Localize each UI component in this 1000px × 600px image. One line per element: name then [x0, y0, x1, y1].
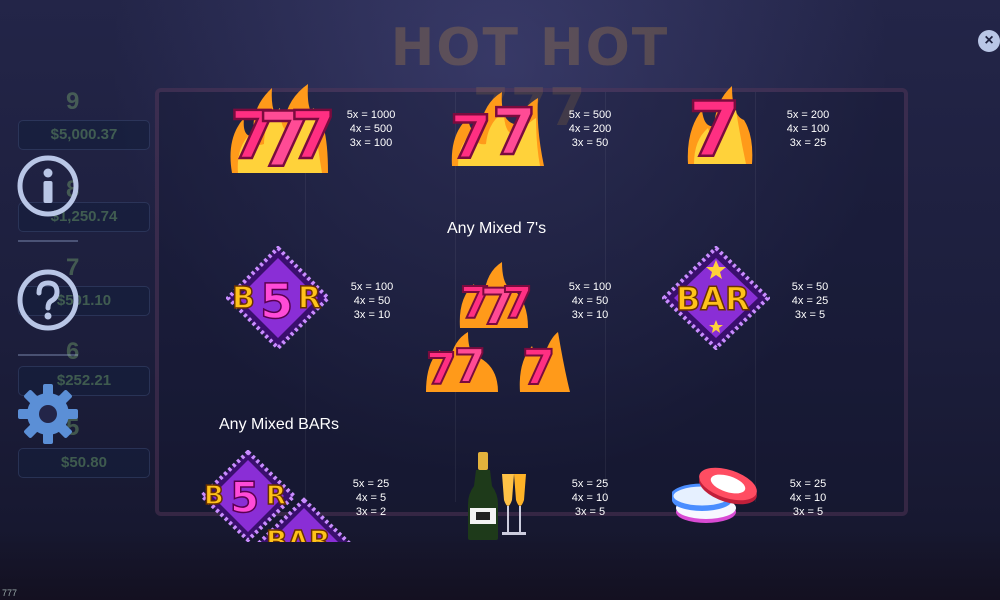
settings-button[interactable]: [16, 382, 80, 446]
paytable-values: 5x = 25 4x = 10 3x = 5: [789, 478, 827, 518]
mixed-sevens-label: Any Mixed 7's: [447, 220, 547, 237]
svg-text:7: 7: [450, 103, 492, 168]
svg-text:R: R: [298, 281, 321, 316]
bar-icon: BAR: [661, 245, 771, 351]
info-button[interactable]: [16, 154, 80, 218]
help-button[interactable]: [16, 268, 80, 332]
single-seven-symbol: 7: [682, 80, 758, 175]
triple-seven-icon: 7 7 7: [229, 84, 337, 185]
b5r-bar-symbol: B 5 R: [225, 245, 331, 355]
jackpot-amount: $50.80: [18, 448, 150, 478]
controls-divider: [18, 240, 78, 242]
svg-text:7: 7: [522, 340, 555, 394]
game-logo-background: HOT HOT 777: [390, 18, 670, 138]
mixed-sevens-symbol: 7 7 7 7 7 7: [424, 258, 574, 399]
svg-text:7: 7: [290, 97, 336, 174]
close-button[interactable]: ×: [978, 30, 1000, 52]
paytable-values: 5x = 100 4x = 50 3x = 10: [350, 281, 394, 321]
triple-seven-symbol: 7 7 7: [224, 78, 337, 185]
svg-text:7: 7: [502, 278, 533, 329]
jackpot-rank: 9: [66, 88, 80, 115]
jackpot-amount: $5,000.37: [18, 120, 150, 150]
controls-divider: [18, 354, 78, 356]
mixed-sevens-icon: 7 7 7 7 7 7: [425, 262, 570, 397]
double-seven-symbol: 7 7: [446, 84, 550, 174]
svg-text:7: 7: [454, 339, 486, 393]
info-icon: [17, 155, 79, 217]
paytable-values: 5x = 200 4x = 100 3x = 25: [786, 109, 830, 149]
champagne-icon: [468, 452, 526, 540]
paytable-values: 5x = 25 4x = 10 3x = 5: [571, 478, 609, 518]
double-seven-icon: 7 7: [449, 92, 544, 174]
svg-text:7: 7: [688, 85, 741, 166]
chips-icon: [670, 467, 757, 523]
svg-text:R: R: [266, 481, 286, 511]
champagne-symbol: [466, 450, 530, 547]
paytable-values: 5x = 25 4x = 5 3x = 2: [352, 478, 390, 518]
paytable-values: 5x = 50 4x = 25 3x = 5: [791, 281, 829, 321]
single-seven-icon: 7: [687, 84, 753, 175]
svg-text:5: 5: [230, 473, 259, 522]
gear-icon: [18, 384, 78, 444]
bar-symbol: BAR: [661, 245, 771, 355]
svg-text:B: B: [204, 481, 224, 511]
svg-text:5: 5: [260, 274, 293, 330]
svg-text:B: B: [232, 281, 255, 316]
paytable-values: 5x = 100 4x = 50 3x = 10: [568, 281, 612, 321]
paytable-values: 5x = 1000 4x = 500 3x = 100: [346, 109, 396, 149]
jackpot-rank: 6: [66, 338, 80, 365]
svg-text:7: 7: [426, 344, 457, 394]
mixed-bars-label: Any Mixed BARs: [219, 416, 340, 433]
svg-text:7: 7: [492, 96, 537, 168]
help-icon: [17, 269, 79, 331]
svg-text:BAR: BAR: [676, 280, 750, 318]
mixed-bars-icon: BAR B 5 R: [200, 450, 351, 542]
corner-text: 777: [2, 588, 18, 598]
chips-symbol: [670, 462, 762, 531]
paytable-values: 5x = 500 4x = 200 3x = 50: [568, 109, 612, 149]
close-icon: ×: [984, 32, 994, 49]
svg-text:BAR: BAR: [266, 524, 331, 542]
b5r-icon: B 5 R: [225, 245, 331, 351]
mixed-bars-symbol: BAR B 5 R: [200, 450, 352, 542]
